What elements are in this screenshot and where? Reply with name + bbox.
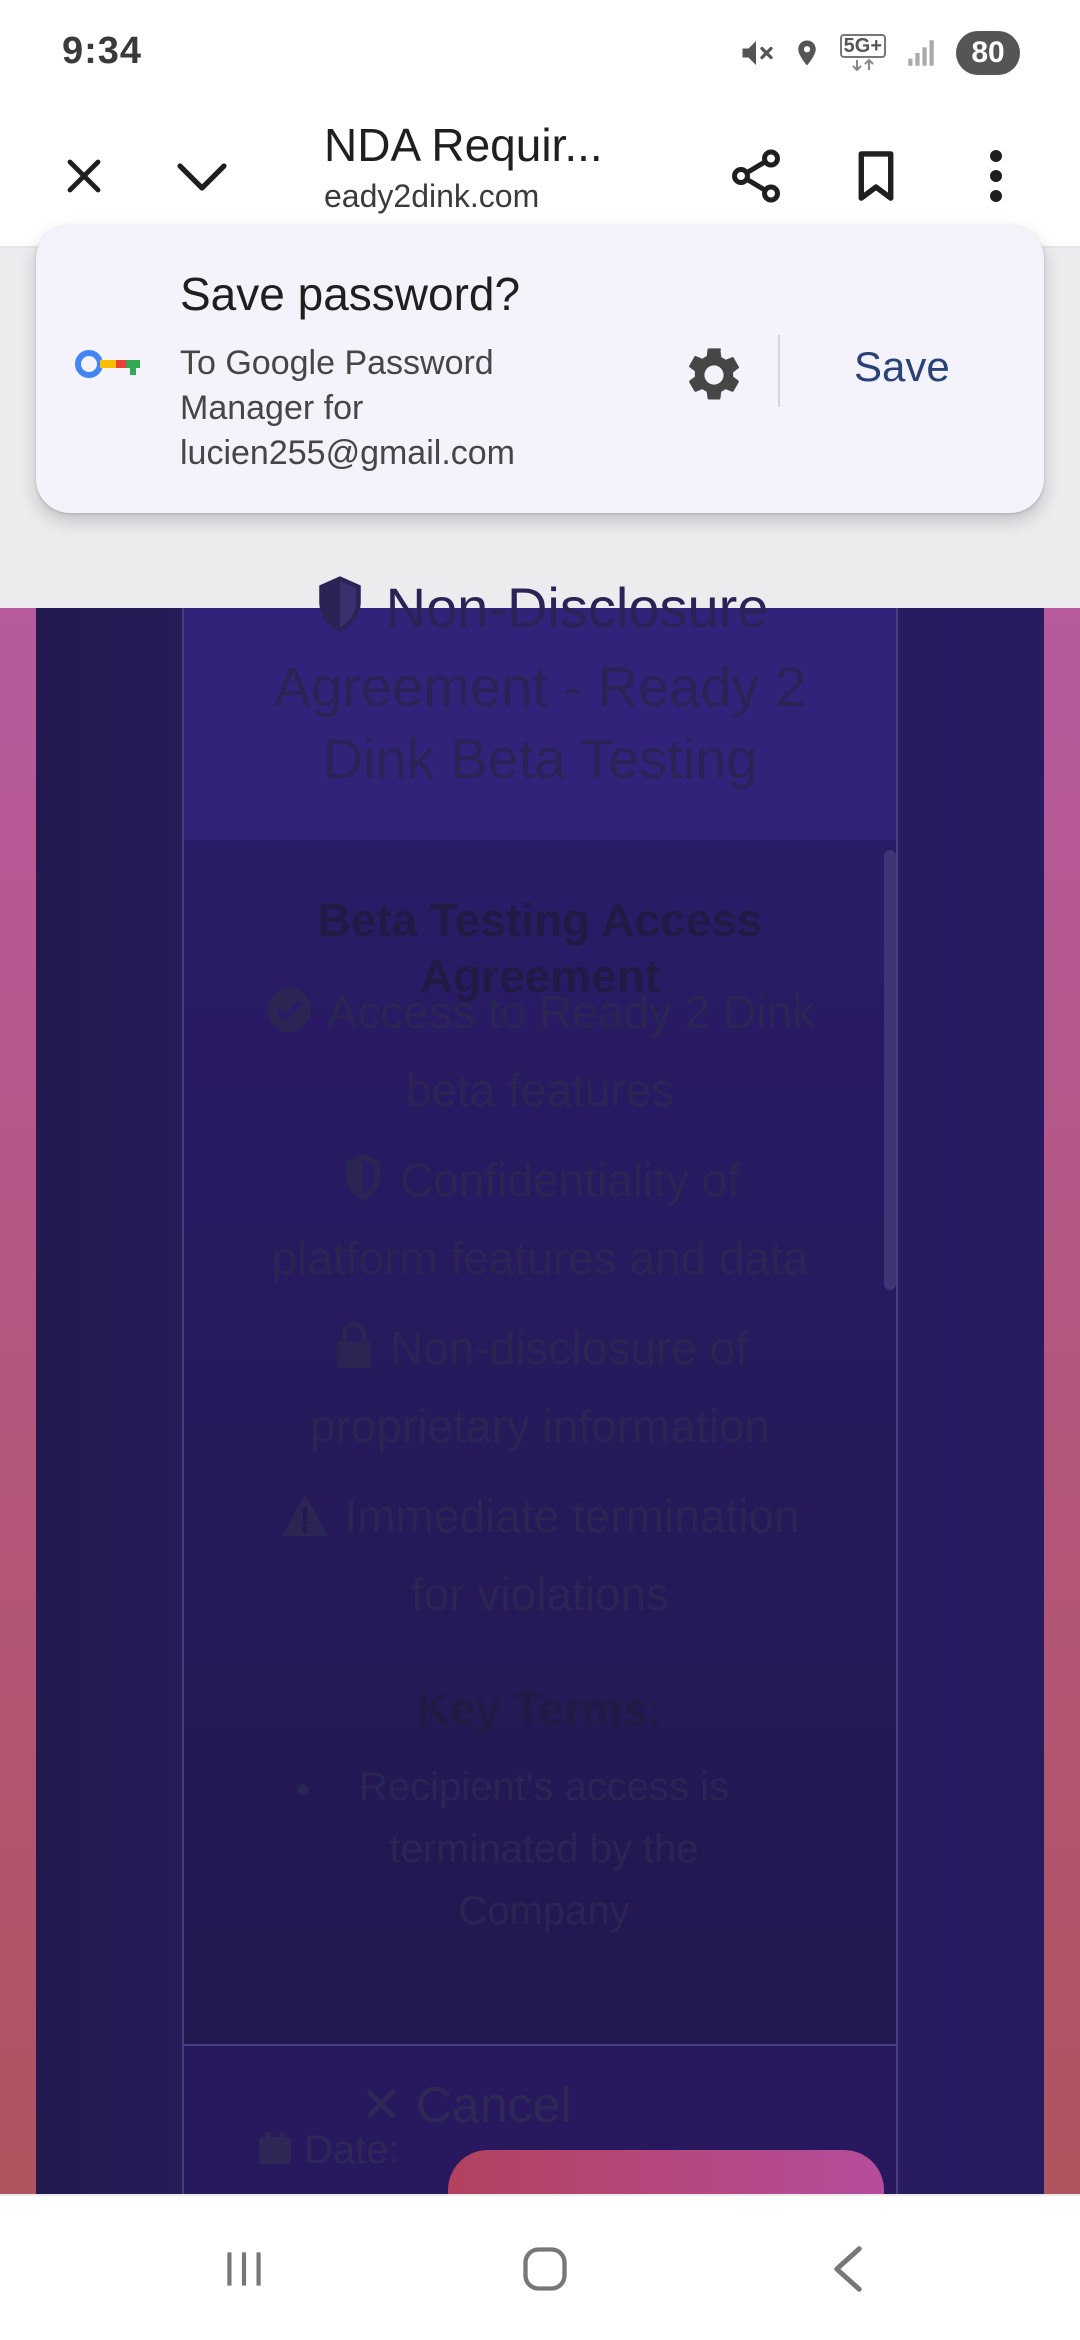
network-label: 5G+: [839, 34, 886, 58]
page-title: NDA Requir...: [324, 119, 603, 171]
feature-confidentiality-line2: platform features and data: [271, 1232, 809, 1284]
feature-nondisclosure-line1: Non-disclosure of: [390, 1322, 748, 1374]
gear-icon: [689, 348, 739, 400]
shield-icon: [312, 574, 368, 651]
feature-nondisclosure-line2: proprietary information: [309, 1400, 771, 1452]
date-label-text: Date:: [304, 2128, 400, 2172]
cancel-button[interactable]: ✕ Cancel: [360, 2076, 571, 2134]
home-button[interactable]: [475, 2196, 615, 2340]
save-password-title: Save password?: [180, 268, 521, 320]
recent-apps-icon: [227, 2252, 261, 2286]
back-button[interactable]: [778, 2196, 918, 2340]
home-icon: [523, 2247, 567, 2291]
scrollbar-thumb[interactable]: [884, 850, 896, 1290]
term-item: Recipient's access is terminated by the …: [264, 1756, 824, 1942]
page-url: eady2dink.com: [324, 178, 540, 214]
nda-card: Non-Disclosure Agreement - Ready 2 Dink …: [182, 576, 898, 2194]
mute-icon: [742, 41, 773, 65]
feature-item-access: Access to Ready 2 Dink beta features: [224, 976, 856, 1126]
popup-divider: [778, 335, 780, 407]
term-line3: Company: [458, 1889, 630, 1933]
feature-item-confidentiality: Confidentiality of platform features and…: [224, 1144, 856, 1294]
nda-title: Non-Disclosure Agreement - Ready 2 Dink …: [214, 572, 866, 795]
status-icons: 5G+ 80: [738, 30, 1020, 76]
save-password-button[interactable]: Save: [854, 343, 950, 391]
nda-title-line3: Dink Beta Testing: [322, 726, 758, 790]
warning-icon: [280, 1486, 330, 1558]
nda-card-header: Non-Disclosure Agreement - Ready 2 Dink …: [184, 576, 896, 840]
status-bar: 9:34 5G+ 80: [0, 0, 1080, 104]
save-password-dialog: Save password? To Google Password Manage…: [36, 225, 1044, 513]
feature-item-termination: Immediate termination for violations: [224, 1480, 856, 1630]
navigation-bar: [0, 2194, 1080, 2340]
recent-apps-button[interactable]: [174, 2196, 314, 2340]
subtitle-line2: Manager for: [180, 389, 364, 427]
subtitle-line3: lucien255@gmail.com: [180, 434, 516, 472]
more-vert-icon: [990, 150, 1002, 202]
calendar-icon: [259, 2132, 291, 2164]
feature-access-line2: beta features: [405, 1064, 675, 1116]
feature-confidentiality-line1: Confidentiality of: [399, 1154, 741, 1206]
feature-termination-line1: Immediate termination: [344, 1490, 800, 1542]
web-page: Non-Disclosure Agreement - Ready 2 Dink …: [0, 248, 1080, 2194]
cancel-x-icon: ✕: [360, 2077, 402, 2133]
term-line2: terminated by the: [389, 1827, 699, 1871]
signal-icon: [908, 40, 934, 66]
nda-title-line1: Non-Disclosure: [385, 576, 769, 639]
location-icon: [797, 40, 816, 66]
feature-item-nondisclosure: Non-disclosure of proprietary informatio…: [224, 1312, 856, 1462]
check-circle-icon: [265, 982, 313, 1054]
feature-termination-line2: for violations: [410, 1568, 670, 1620]
page-title-area[interactable]: NDA Requir... eady2dink.com: [324, 112, 624, 215]
page-dark-panel: Non-Disclosure Agreement - Ready 2 Dink …: [36, 576, 1044, 2194]
shield-icon: [340, 1150, 386, 1222]
status-time: 9:34: [62, 30, 143, 72]
share-icon: [732, 149, 780, 203]
bookmark-icon: [858, 151, 894, 201]
google-key-icon: [74, 349, 144, 384]
battery-icon: 80: [956, 31, 1020, 75]
section-title-line1: Beta Testing Access: [317, 894, 763, 946]
subtitle-line1: To Google Password: [180, 344, 494, 382]
password-settings-button[interactable]: [672, 333, 756, 417]
feature-access-line1: Access to Ready 2 Dink: [326, 986, 816, 1038]
page-background: Non-Disclosure Agreement - Ready 2 Dink …: [0, 576, 1080, 2194]
back-icon: [834, 2246, 862, 2292]
chevron-down-icon: [177, 163, 227, 191]
lock-icon: [332, 1318, 376, 1390]
close-icon: [67, 159, 101, 193]
term-line1: Recipient's access is: [359, 1765, 729, 1809]
network-5g-icon: 5G+: [839, 34, 886, 72]
save-password-subtitle: To Google Password Manager for lucien255…: [180, 341, 640, 476]
date-label: Date:: [256, 2128, 400, 2173]
key-terms-title: Key Terms:: [416, 1683, 664, 1735]
cancel-label: Cancel: [415, 2077, 572, 2133]
nda-card-body[interactable]: Beta Testing Access Agreement Access to …: [184, 840, 896, 2044]
nda-title-line2: Agreement - Ready 2: [273, 654, 807, 718]
